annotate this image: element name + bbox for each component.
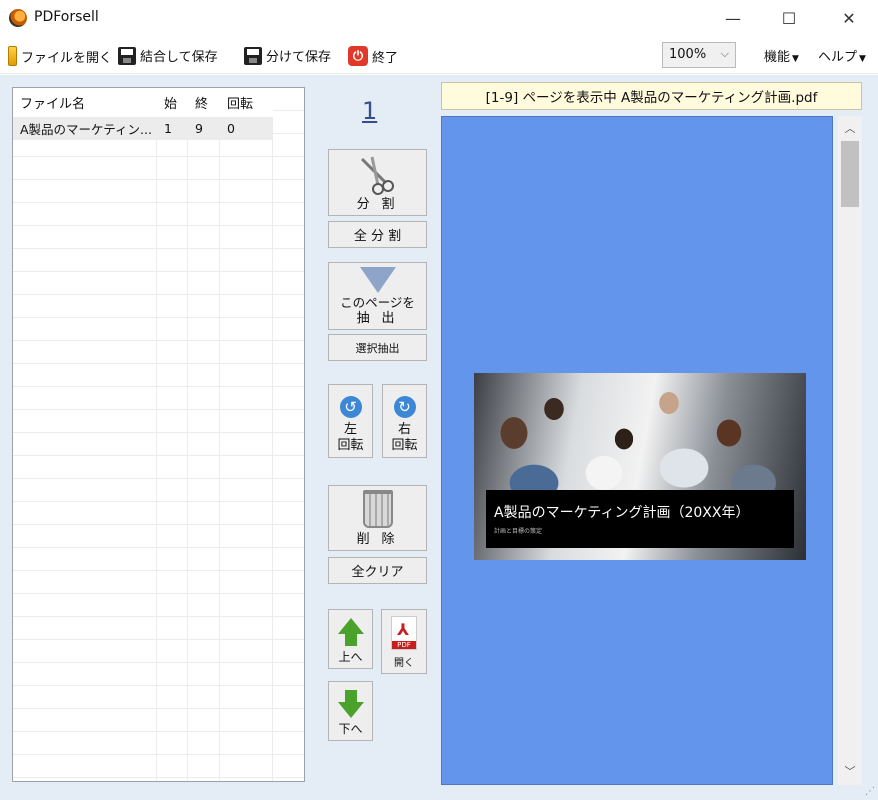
arrow-down-icon: [337, 690, 364, 718]
dropdown-arrow-icon: ▼: [792, 54, 799, 64]
preview-scrollbar[interactable]: ︿ ﹀: [838, 116, 862, 785]
close-button[interactable]: ✕: [826, 0, 872, 36]
funnel-icon: [359, 267, 396, 293]
features-menu[interactable]: 機能 ▼: [764, 46, 799, 65]
zoom-select[interactable]: 100% ⌵: [662, 42, 736, 68]
column-header-filename[interactable]: ファイル名: [13, 88, 157, 117]
move-up-button[interactable]: 上へ: [328, 609, 373, 669]
resize-grip-icon[interactable]: ⋰: [865, 786, 875, 797]
column-header-end[interactable]: 終: [188, 88, 220, 117]
move-up-label: 上へ: [338, 650, 363, 664]
clear-all-button[interactable]: 全クリア: [328, 557, 427, 584]
help-menu-label: ヘルプ: [818, 50, 858, 65]
move-down-button[interactable]: 下へ: [328, 681, 373, 741]
merge-save-button[interactable]: 結合して保存: [118, 46, 218, 65]
split-save-button[interactable]: 分けて保存: [244, 46, 331, 65]
zoom-value: 100%: [669, 47, 707, 62]
power-icon: ⏻: [348, 46, 368, 66]
slide-title: A製品のマーケティング計画（20XX年）: [494, 505, 750, 521]
move-down-label: 下へ: [338, 722, 363, 736]
app-logo-icon: [9, 9, 27, 27]
end-page-cell: 9: [188, 117, 220, 140]
column-header-start[interactable]: 始: [157, 88, 188, 117]
rotate-right-icon: ↻: [393, 396, 416, 418]
scissors-icon: [360, 156, 394, 195]
page-preview[interactable]: A製品のマーケティング計画（20XX年） 計画と目標の策定: [441, 116, 833, 785]
scroll-up-icon[interactable]: ︿: [838, 120, 862, 140]
rotate-right-button[interactable]: ↻ 右 回転: [382, 384, 427, 458]
split-button[interactable]: 分 割: [328, 149, 427, 216]
minimize-button[interactable]: —: [710, 0, 756, 36]
save-disk-icon: [244, 46, 262, 65]
rotate-right-label-2: 回転: [391, 438, 418, 453]
table-row[interactable]: A製品のマーケティン... 1 9 0: [13, 117, 273, 140]
extract-page-button[interactable]: このページを 抽 出: [328, 262, 427, 330]
open-file-button[interactable]: ファイルを開く: [8, 46, 112, 66]
rotate-left-label-1: 左: [343, 422, 357, 437]
window-title: PDForsell: [34, 9, 99, 25]
title-bar: PDForsell — ☐ ✕: [0, 0, 878, 36]
file-name-cell: A製品のマーケティン...: [13, 117, 157, 140]
arrow-up-icon: [337, 618, 364, 646]
open-pdf-label: 開く: [394, 658, 414, 669]
open-file-label: ファイルを開く: [21, 50, 113, 66]
delete-button[interactable]: 削 除: [328, 485, 427, 551]
select-extract-button[interactable]: 選択抽出: [328, 334, 427, 361]
maximize-button[interactable]: ☐: [766, 0, 812, 36]
help-menu[interactable]: ヘルプ ▼: [818, 46, 866, 65]
file-open-icon: [8, 46, 17, 66]
open-pdf-button[interactable]: ⅄ 開く: [381, 609, 427, 674]
rotation-cell: 0: [220, 117, 273, 140]
merge-save-label: 結合して保存: [140, 50, 218, 65]
extract-label-line2: 抽 出: [356, 311, 399, 326]
pdf-file-icon: ⅄: [391, 616, 417, 650]
scrollbar-thumb[interactable]: [841, 141, 859, 207]
exit-label: 終了: [372, 50, 399, 66]
page-number-link[interactable]: 1: [362, 97, 377, 125]
scroll-down-icon[interactable]: ﹀: [838, 763, 862, 783]
meeting-photo: [474, 373, 806, 493]
file-list-table[interactable]: ファイル名 始 終 回転 A製品のマーケティン... 1 9 0: [12, 87, 305, 782]
split-label: 分 割: [356, 197, 399, 212]
rotate-left-label-2: 回転: [337, 438, 364, 453]
rotate-left-icon: ↺: [339, 396, 362, 418]
extract-label-line1: このページを: [340, 295, 415, 310]
trash-icon: [362, 490, 393, 528]
exit-button[interactable]: ⏻ 終了: [348, 46, 398, 66]
dropdown-arrow-icon: ▼: [859, 54, 866, 64]
delete-label: 削 除: [356, 532, 399, 547]
rotate-left-button[interactable]: ↺ 左 回転: [328, 384, 373, 458]
start-page-cell: 1: [157, 117, 188, 140]
toolbar: ファイルを開く 結合して保存 分けて保存 ⏻ 終了 100% ⌵ 機能 ▼ ヘルプ…: [0, 36, 878, 74]
chevron-down-icon: ⌵: [720, 47, 729, 60]
rotate-right-label-1: 右: [397, 422, 411, 437]
split-all-button[interactable]: 全 分 割: [328, 221, 427, 248]
split-save-label: 分けて保存: [266, 50, 332, 65]
save-disk-icon: [118, 46, 136, 65]
slide-caption: A製品のマーケティング計画（20XX年） 計画と目標の策定: [486, 490, 794, 548]
status-label: [1-9] ページを表示中 A製品のマーケティング計画.pdf: [441, 82, 862, 110]
features-menu-label: 機能: [764, 50, 791, 65]
main-area: ファイル名 始 終 回転 A製品のマーケティン... 1 9 0 1 分 割 全…: [0, 75, 878, 800]
slide-subtitle: 計画と目標の策定: [494, 528, 543, 535]
column-header-rotation[interactable]: 回転: [220, 88, 273, 117]
slide-thumbnail: A製品のマーケティング計画（20XX年） 計画と目標の策定: [474, 373, 806, 560]
